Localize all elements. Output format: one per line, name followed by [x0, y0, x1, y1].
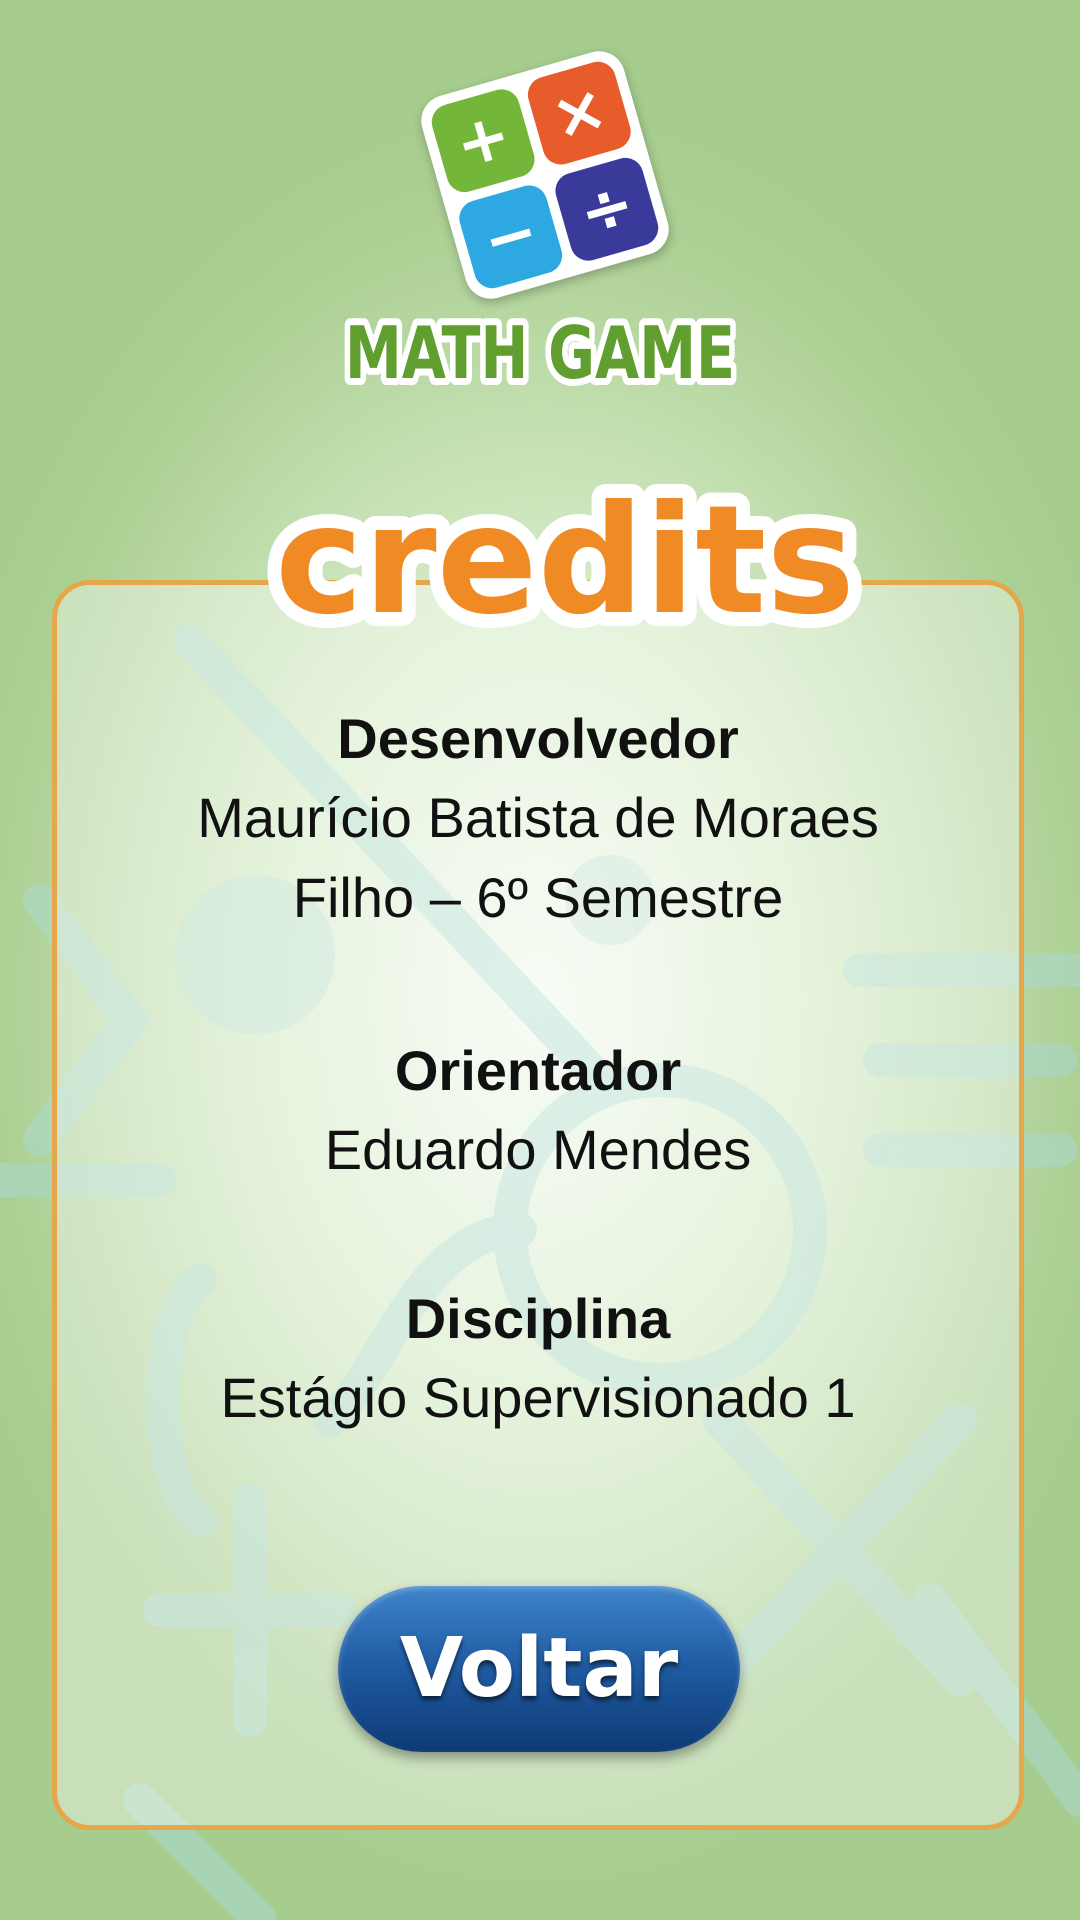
course-name: Estágio Supervisionado 1: [220, 1366, 856, 1429]
back-button[interactable]: Voltar: [338, 1586, 740, 1752]
logo-text: MATH GAME: [345, 311, 735, 395]
plus-icon: +: [427, 85, 539, 197]
developer-section: Desenvolvedor Maurício Batista de Moraes…: [52, 700, 1024, 938]
credits-heading: credits credits: [261, 460, 869, 660]
math-game-logo: + × − ÷ MATH GAME MATH GAME: [330, 45, 750, 400]
developer-label: Desenvolvedor: [337, 707, 739, 770]
advisor-label: Orientador: [394, 1039, 682, 1102]
minus-icon: −: [455, 181, 567, 293]
advisor-section: Orientador Eduardo Mendes: [52, 1032, 1024, 1190]
course-section: Disciplina Estágio Supervisionado 1: [52, 1280, 1024, 1438]
advisor-name: Eduardo Mendes: [324, 1118, 752, 1181]
logo-wordmark: MATH GAME MATH GAME: [338, 304, 742, 400]
course-label: Disciplina: [405, 1287, 671, 1350]
developer-name: Maurício Batista de Moraes Filho – 6º Se…: [197, 786, 879, 929]
times-icon: ×: [523, 57, 635, 169]
operations-tiles: + × − ÷: [415, 45, 675, 305]
credits-title: credits: [275, 474, 855, 648]
divide-icon: ÷: [551, 153, 663, 265]
